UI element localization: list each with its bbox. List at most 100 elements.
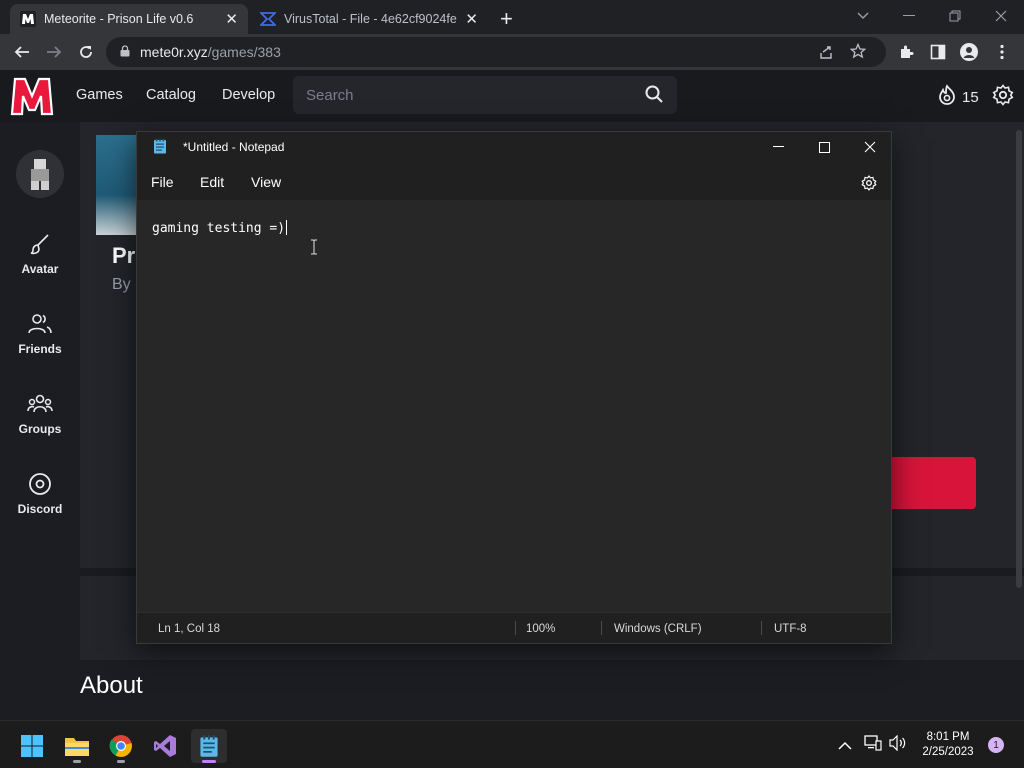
sidebar-item-avatar[interactable]: Avatar	[0, 232, 80, 276]
tab-close-icon[interactable]: ✕	[225, 10, 238, 28]
text-cursor-ibeam-icon	[310, 239, 318, 260]
notepad-settings-gear-icon[interactable]	[861, 175, 877, 196]
notepad-menubar: File Edit View	[137, 166, 891, 200]
status-divider	[601, 621, 602, 635]
tray-overflow-chevron-icon[interactable]	[838, 737, 852, 755]
new-tab-button[interactable]: +	[500, 6, 513, 32]
play-button[interactable]	[880, 457, 976, 509]
tab-virustotal[interactable]: VirusTotal - File - 4e62cf9024fe8 ✕	[250, 4, 488, 34]
page-scrollbar[interactable]	[1016, 130, 1022, 588]
sidebar-item-label: Groups	[18, 422, 62, 436]
menu-view[interactable]: View	[251, 174, 281, 190]
status-zoom: 100%	[526, 623, 556, 635]
site-header: Games Catalog Develop Search 15	[0, 70, 1024, 122]
sidebar-item-groups[interactable]: Groups	[0, 392, 80, 436]
virustotal-favicon-icon	[258, 11, 278, 27]
notepad-text-area[interactable]: gaming testing =)	[137, 200, 891, 612]
search-placeholder: Search	[306, 86, 354, 104]
notepad-statusbar: Ln 1, Col 18 100% Windows (CRLF) UTF-8	[137, 612, 891, 643]
notepad-maximize-icon[interactable]	[801, 132, 847, 162]
clock-time: 8:01 PM	[926, 731, 970, 743]
status-divider	[515, 621, 516, 635]
chrome-menu-icon[interactable]	[990, 40, 1014, 64]
side-panel-icon[interactable]	[926, 40, 950, 64]
meteorite-logo[interactable]	[10, 76, 54, 116]
notepad-titlebar[interactable]: *Untitled - Notepad	[137, 132, 891, 162]
volume-icon[interactable]	[889, 734, 907, 756]
back-icon[interactable]	[10, 40, 34, 64]
nav-games[interactable]: Games	[76, 87, 123, 103]
groups-icon	[27, 394, 53, 413]
site-search-input[interactable]: Search	[293, 76, 677, 114]
url-path: /games/383	[207, 44, 281, 60]
forward-icon[interactable]	[42, 40, 66, 64]
tab-title: Meteorite - Prison Life v0.6	[44, 12, 194, 26]
currency-badge[interactable]: 15	[936, 84, 979, 111]
tab-close-icon[interactable]: ✕	[465, 10, 478, 28]
windows-taskbar: 8:01 PM 2/25/2023 1	[0, 720, 1024, 768]
text-caret	[286, 220, 288, 235]
about-heading: About	[80, 672, 143, 699]
status-encoding: UTF-8	[774, 623, 807, 635]
flame-icon	[936, 84, 958, 111]
friends-icon	[28, 314, 52, 334]
status-line-ending: Windows (CRLF)	[614, 623, 702, 635]
meteorite-favicon-icon	[20, 11, 36, 27]
start-icon[interactable]	[14, 729, 50, 763]
notepad-app-icon	[153, 138, 167, 157]
bookmark-star-icon[interactable]	[849, 42, 867, 62]
notepad-content-line: gaming testing =)	[152, 220, 288, 236]
sidebar-item-label: Friends	[18, 342, 62, 356]
browser-tab-strip: Meteorite - Prison Life v0.6 ✕ VirusTota…	[0, 0, 1024, 34]
sidebar-item-friends[interactable]: Friends	[0, 312, 80, 356]
profile-icon[interactable]	[957, 40, 981, 64]
clock[interactable]: 8:01 PM 2/25/2023	[916, 730, 980, 760]
settings-gear-icon[interactable]	[992, 84, 1014, 111]
nav-catalog[interactable]: Catalog	[146, 87, 196, 103]
chrome-icon[interactable]	[103, 729, 139, 763]
status-divider	[761, 621, 762, 635]
menu-file[interactable]: File	[151, 174, 174, 190]
address-bar[interactable]: mete0r.xyz/games/383	[106, 37, 886, 67]
lock-icon[interactable]	[120, 44, 130, 60]
game-thumbnail[interactable]	[96, 135, 138, 235]
running-indicator	[73, 760, 81, 763]
notepad-close-icon[interactable]	[847, 132, 893, 162]
notepad-taskbar-icon[interactable]	[191, 729, 227, 763]
search-icon[interactable]	[645, 85, 663, 107]
tab-meteorite[interactable]: Meteorite - Prison Life v0.6 ✕	[10, 4, 248, 34]
status-position: Ln 1, Col 18	[158, 623, 221, 635]
tab-search-icon[interactable]	[840, 0, 886, 32]
sidebar-item-label: Avatar	[21, 262, 59, 276]
close-window-icon[interactable]	[978, 0, 1024, 32]
about-section	[80, 660, 1024, 720]
url-host: mete0r.xyz	[140, 44, 208, 60]
running-indicator	[117, 760, 125, 763]
sidebar-item-discord[interactable]: Discord	[0, 472, 80, 516]
sidebar-item-label: Discord	[17, 502, 63, 516]
minimize-icon[interactable]	[886, 0, 932, 32]
user-avatar[interactable]	[16, 150, 64, 198]
browser-toolbar: mete0r.xyz/games/383	[0, 34, 1024, 70]
notepad-content: gaming testing =)	[152, 221, 286, 236]
menu-edit[interactable]: Edit	[200, 174, 224, 190]
brush-icon	[30, 234, 49, 255]
notepad-minimize-icon[interactable]	[755, 132, 801, 162]
file-explorer-icon[interactable]	[59, 729, 95, 763]
visual-studio-icon[interactable]	[147, 729, 183, 763]
extensions-icon[interactable]	[894, 40, 918, 64]
tab-title: VirusTotal - File - 4e62cf9024fe8	[284, 12, 458, 26]
active-indicator	[202, 760, 216, 763]
notepad-title: *Untitled - Notepad	[183, 140, 285, 154]
game-author: By	[112, 276, 131, 293]
discord-icon	[29, 473, 51, 495]
share-icon[interactable]	[818, 44, 834, 63]
notification-badge[interactable]: 1	[988, 737, 1004, 753]
clock-date: 2/25/2023	[922, 746, 974, 758]
network-icon[interactable]	[864, 735, 882, 756]
reload-icon[interactable]	[74, 40, 98, 64]
restore-icon[interactable]	[932, 0, 978, 32]
currency-count: 15	[962, 89, 979, 106]
nav-develop[interactable]: Develop	[222, 87, 275, 103]
notepad-window: *Untitled - Notepad File Edit View gamin…	[136, 131, 892, 644]
